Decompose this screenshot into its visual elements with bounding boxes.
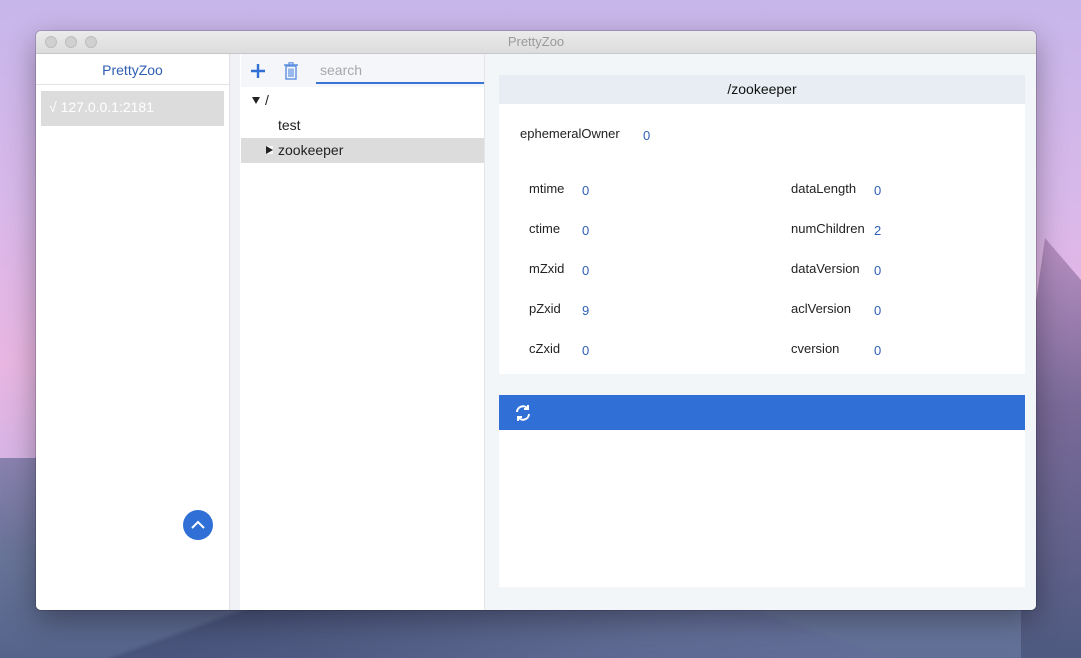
pane-splitter[interactable]: [230, 54, 240, 610]
stat-label-pZxid: pZxid: [529, 301, 561, 316]
stat-label-numChildren: numChildren: [791, 221, 865, 236]
close-window-button[interactable]: [45, 36, 57, 48]
refresh-button[interactable]: [513, 403, 533, 423]
stat-label-mZxid: mZxid: [529, 261, 565, 276]
collapsed-arrow-icon[interactable]: [266, 146, 273, 154]
stat-label-cversion: cversion: [791, 341, 840, 356]
node-detail-pane: /zookeeper ephemeralOwner 0 mtime 0 ctim…: [484, 54, 1036, 610]
search-input[interactable]: [316, 57, 484, 84]
tree-node-test[interactable]: test: [241, 113, 484, 138]
server-sidebar: PrettyZoo √ 127.0.0.1:2181: [36, 54, 230, 610]
window-title: PrettyZoo: [507, 34, 565, 49]
chevron-up-icon: [191, 520, 205, 529]
stat-label-dataVersion: dataVersion: [791, 261, 860, 276]
server-item[interactable]: √ 127.0.0.1:2181: [41, 91, 224, 126]
stat-label-aclVersion: aclVersion: [791, 301, 851, 316]
stat-value-pZxid: 9: [582, 303, 590, 318]
minimize-window-button[interactable]: [65, 36, 77, 48]
data-action-bar: [499, 395, 1025, 430]
refresh-icon: [516, 405, 530, 421]
stat-value-mZxid: 0: [582, 263, 590, 278]
node-tree-pane: / test zookeeper: [241, 54, 484, 610]
app-window: PrettyZoo PrettyZoo √ 127.0.0.1:2181 sea…: [36, 31, 1036, 610]
stat-value-numChildren: 2: [874, 223, 882, 238]
window-controls: [45, 36, 97, 48]
stat-value-cversion: 0: [874, 343, 882, 358]
tree-toolbar: [241, 54, 484, 87]
sidebar-header: PrettyZoo: [36, 54, 229, 85]
node-data-editor[interactable]: [499, 430, 1025, 587]
zoom-window-button[interactable]: [85, 36, 97, 48]
stat-value-dataLength: 0: [874, 183, 882, 198]
stat-value-aclVersion: 0: [874, 303, 882, 318]
tree-node-label: /: [265, 92, 269, 108]
tree-node-root[interactable]: /: [241, 88, 484, 113]
tree-node-label: test: [278, 117, 301, 133]
tree-node-zookeeper[interactable]: zookeeper: [241, 138, 484, 163]
scroll-up-button[interactable]: [183, 510, 213, 540]
delete-node-button[interactable]: [280, 58, 303, 84]
stat-label-ephemeralOwner: ephemeralOwner: [520, 126, 620, 141]
stat-label-mtime: mtime: [529, 181, 565, 196]
stat-value-ephemeralOwner: 0: [643, 128, 651, 143]
stat-label-cZxid: cZxid: [529, 341, 561, 356]
tree-node-label: zookeeper: [278, 142, 344, 158]
node-stat-panel: ephemeralOwner 0 mtime 0 ctime 0 mZxid 0…: [499, 104, 1025, 374]
add-node-button[interactable]: [247, 58, 270, 84]
node-path-header: /zookeeper: [499, 75, 1025, 104]
stat-label-dataLength: dataLength: [791, 181, 857, 196]
title-bar: PrettyZoo: [36, 31, 1036, 54]
plus-icon: [251, 63, 266, 78]
stat-value-ctime: 0: [582, 223, 590, 238]
stat-value-mtime: 0: [582, 183, 590, 198]
stat-value-cZxid: 0: [582, 343, 590, 358]
expanded-arrow-icon[interactable]: [252, 97, 260, 104]
stat-label-ctime: ctime: [529, 221, 561, 236]
stat-value-dataVersion: 0: [874, 263, 882, 278]
trash-icon: [283, 61, 298, 80]
